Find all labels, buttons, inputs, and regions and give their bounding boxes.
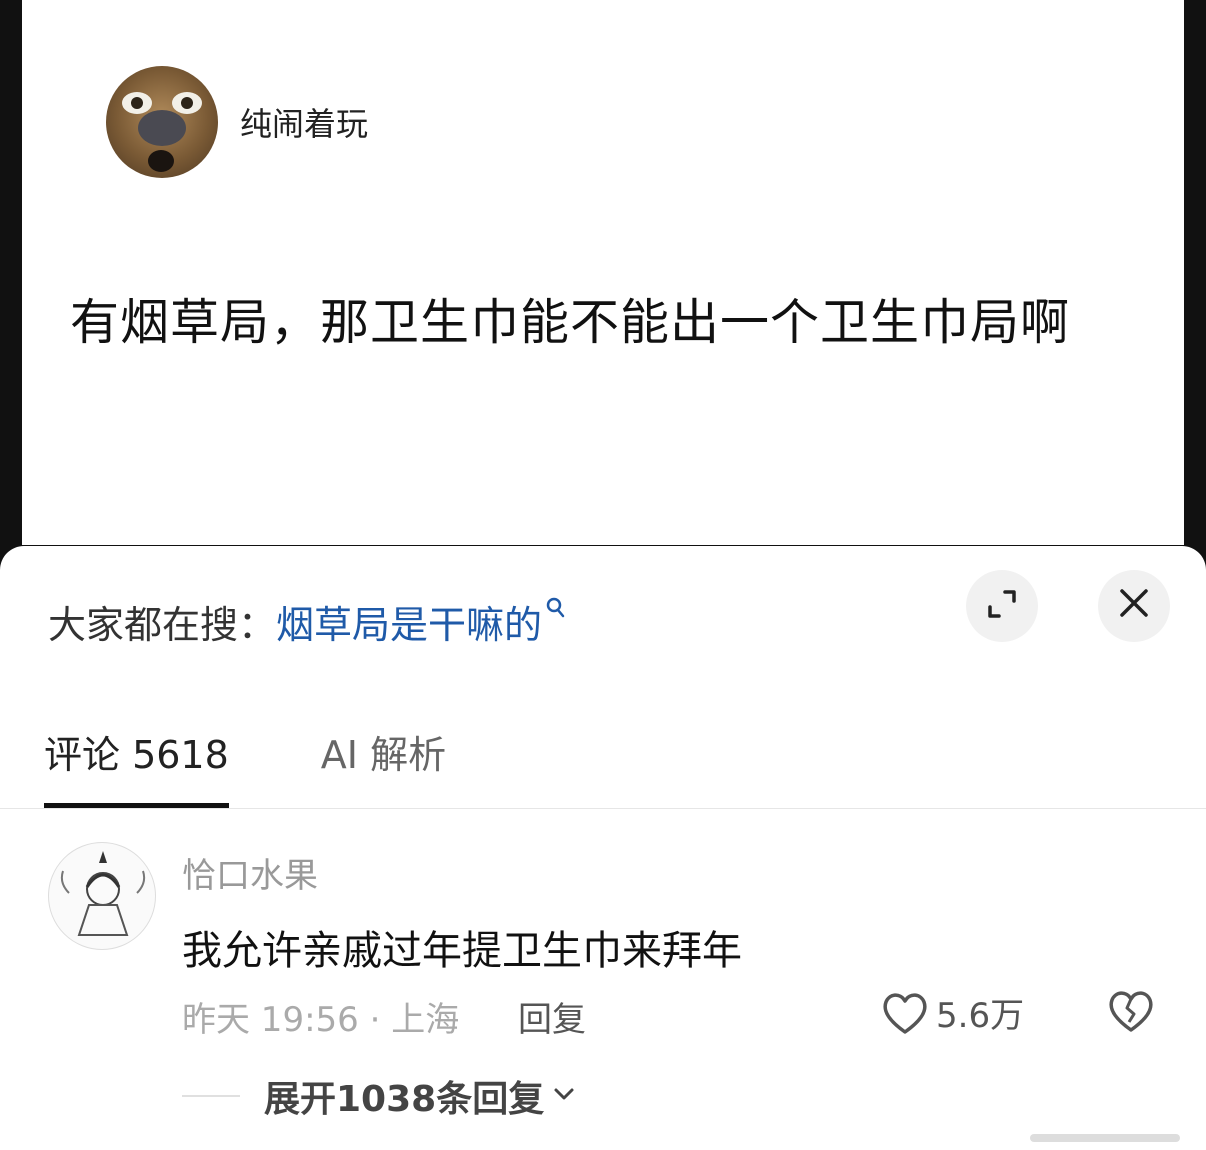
tab-ai-analysis[interactable]: AI 解析 xyxy=(321,724,446,809)
dislike-button[interactable] xyxy=(1106,988,1156,1038)
heart-icon xyxy=(883,992,927,1034)
post-author-row[interactable]: 纯闹着玩 xyxy=(106,66,368,178)
author-name[interactable]: 纯闹着玩 xyxy=(240,99,368,145)
expand-replies-label[interactable]: 展开1038条回复 xyxy=(264,1070,544,1122)
search-icon xyxy=(546,597,566,627)
broken-heart-icon xyxy=(1109,991,1153,1032)
expand-icon xyxy=(985,587,1019,625)
expand-button[interactable] xyxy=(966,570,1038,642)
commenter-name[interactable]: 恰口水果 xyxy=(182,848,318,897)
comment-text: 我允许亲戚过年提卫生巾来拜年 xyxy=(182,928,742,974)
tab-comments[interactable]: 评论 5618 xyxy=(44,724,229,809)
like-button[interactable]: 5.6万 xyxy=(880,988,1024,1037)
expand-replies[interactable]: 展开1038条回复 xyxy=(182,1070,576,1122)
avatar-mouth xyxy=(148,150,174,172)
like-count: 5.6万 xyxy=(936,996,1025,1036)
chevron-down-icon xyxy=(552,1086,576,1106)
home-indicator xyxy=(1030,1134,1180,1142)
reply-button[interactable]: 回复 xyxy=(518,992,586,1041)
comment-sheet: 大家都在搜： 烟草局是干嘛的 评论 5618 AI 解析 恰口水果 我允许亲戚过… xyxy=(0,546,1206,1150)
comment-meta: 昨天 19:56 · 上海 xyxy=(182,1000,460,1040)
close-icon xyxy=(1118,583,1150,629)
comment-tabs: 评论 5618 AI 解析 xyxy=(44,724,538,809)
post-card: 纯闹着玩 有烟草局，那卫生巾能不能出一个卫生巾局啊 xyxy=(22,0,1184,545)
author-avatar[interactable] xyxy=(106,66,218,178)
search-hint-prefix: 大家都在搜： xyxy=(48,603,277,647)
avatar-eye-left xyxy=(122,92,152,114)
avatar-eye-right xyxy=(172,92,202,114)
post-text: 有烟草局，那卫生巾能不能出一个卫生巾局啊 xyxy=(70,294,1071,351)
expand-line xyxy=(182,1095,240,1097)
tabs-divider xyxy=(0,808,1206,809)
close-button[interactable] xyxy=(1098,570,1170,642)
commenter-avatar[interactable] xyxy=(48,842,156,950)
avatar-nose xyxy=(138,110,186,146)
search-hint[interactable]: 大家都在搜： 烟草局是干嘛的 xyxy=(48,594,566,649)
search-hint-query[interactable]: 烟草局是干嘛的 xyxy=(276,594,542,649)
